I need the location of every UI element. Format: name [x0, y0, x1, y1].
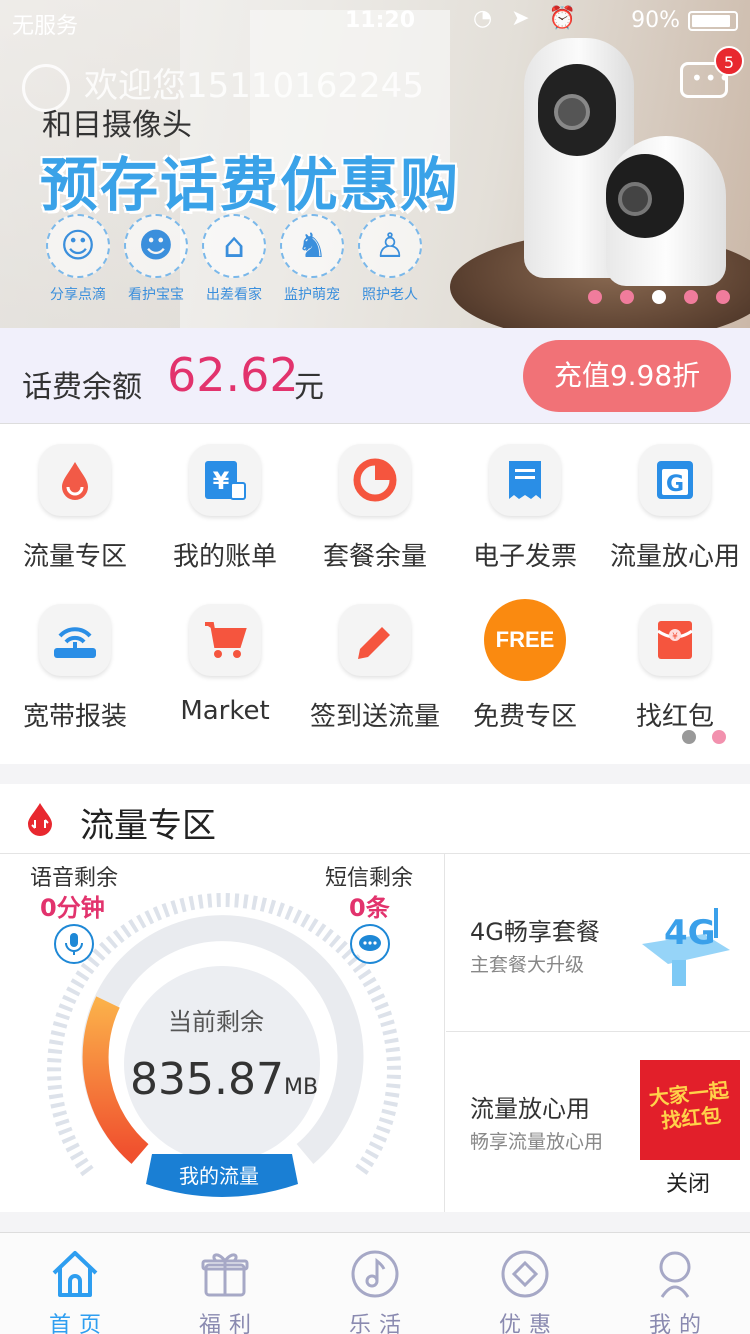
grid-page-indicator[interactable]: [682, 730, 726, 744]
4g-art-icon: 4G: [642, 908, 730, 986]
tab-benefits[interactable]: 福利: [150, 1233, 300, 1334]
grid-item-free-zone[interactable]: FREE 免费专区: [450, 599, 600, 733]
house-icon: ⌂: [202, 214, 266, 278]
carousel-indicator[interactable]: [588, 290, 730, 304]
balance-bar: 话费余额 62.62 元 充值9.98折: [0, 328, 750, 424]
my-flow-button[interactable]: 我的流量: [179, 1160, 259, 1189]
grid-item-check-in[interactable]: 签到送流量: [300, 604, 450, 733]
dog-icon: ♞: [280, 214, 344, 278]
pie-icon: [339, 444, 411, 516]
grid-item-plan-balance[interactable]: 套餐余量: [300, 444, 450, 573]
grid-item-red-envelope[interactable]: ¥ 找红包: [600, 604, 750, 733]
card-subtitle: 主套餐大升级: [470, 954, 585, 976]
red-envelope-icon: ¥: [639, 604, 711, 676]
banner-title: 预存话费优惠购: [40, 151, 461, 219]
tab-lifestyle[interactable]: 乐活: [300, 1233, 450, 1334]
router-icon: [39, 604, 111, 676]
carousel-dot[interactable]: [684, 290, 698, 304]
flow-drop-icon: [28, 803, 52, 836]
tab-mine[interactable]: 我的: [600, 1233, 750, 1334]
elder-icon: ♙: [358, 214, 422, 278]
svg-text:¥: ¥: [213, 467, 230, 495]
sms-icon: [350, 924, 390, 964]
tab-home[interactable]: 首页: [0, 1233, 150, 1334]
flow-section-header: 流量专区: [0, 784, 750, 854]
balance-label: 话费余额: [22, 370, 142, 405]
current-remaining-value: 835.87MB: [130, 1054, 319, 1105]
grid-item-worry-free-data[interactable]: G 流量放心用: [600, 444, 750, 573]
carousel-dot-active[interactable]: [652, 290, 666, 304]
sms-remaining-value: 0条: [349, 894, 390, 922]
microphone-icon: [54, 924, 94, 964]
grid-item-market[interactable]: Market: [150, 604, 300, 726]
g-icon: G: [639, 444, 711, 516]
grid-item-e-invoice[interactable]: 电子发票: [450, 444, 600, 573]
banner-feature: ⌂ 出差看家: [200, 214, 268, 304]
flow-section-body: 语音剩余 0分钟 短信剩余 0条 当前剩余 835.87MB 我的流量 4G畅享…: [0, 854, 750, 1212]
svg-text:4G: 4G: [664, 913, 716, 953]
invoice-icon: [489, 444, 561, 516]
card-title: 流量放心用: [470, 1095, 590, 1123]
free-icon: FREE: [484, 599, 566, 681]
battery-icon: [688, 11, 738, 31]
message-button[interactable]: ••• 5: [678, 46, 744, 104]
baby-icon: ☻: [124, 214, 188, 278]
service-grid: 流量专区 ¥ 我的账单 套餐余量 电子发票 G 流量放心用 宽带报装 Marke…: [0, 424, 750, 764]
music-icon: [351, 1250, 399, 1298]
balance-amount: 62.62: [167, 348, 299, 402]
discount-icon: [501, 1250, 549, 1298]
banner-feature: ♞ 监护萌宠: [278, 214, 346, 304]
cart-icon: [189, 604, 261, 676]
current-remaining-label: 当前剩余: [168, 1008, 264, 1036]
carousel-dot[interactable]: [620, 290, 634, 304]
bill-icon: ¥: [189, 444, 261, 516]
grid-item-broadband[interactable]: 宽带报装: [0, 604, 150, 733]
home-icon: [52, 1251, 98, 1297]
message-badge: 5: [714, 46, 744, 76]
page-dot[interactable]: [682, 730, 696, 744]
card-title: 4G畅享套餐: [470, 918, 600, 946]
red-envelope-popup[interactable]: 大家一起找红包: [640, 1060, 740, 1160]
recharge-button[interactable]: 充值9.98折: [523, 340, 731, 412]
pencil-icon: [339, 604, 411, 676]
family-icon: ☺: [46, 214, 110, 278]
user-icon: [659, 1251, 691, 1298]
ptz-camera-image: [606, 136, 726, 286]
status-bar: 无服务 11:20 ◔ ➤ ⏰ 90%: [0, 0, 750, 40]
carousel-dot[interactable]: [588, 290, 602, 304]
carousel-dot[interactable]: [716, 290, 730, 304]
voice-remaining-value: 0分钟: [40, 894, 105, 922]
clock: 11:20: [345, 8, 416, 33]
status-icons: ◔ ➤ ⏰: [472, 6, 582, 31]
banner-feature: ☺ 分享点滴: [44, 214, 112, 304]
tab-bar: 首页 福利 乐活 优惠 我的: [0, 1232, 750, 1334]
tab-discounts[interactable]: 优惠: [450, 1233, 600, 1334]
banner-feature: ♙ 照护老人: [356, 214, 424, 304]
svg-text:G: G: [666, 472, 684, 497]
banner-feature-list: ☺ 分享点滴 ☻ 看护宝宝 ⌂ 出差看家 ♞ 监护萌宠 ♙ 照护老人: [44, 214, 424, 304]
card-4g-plan[interactable]: 4G畅享套餐 主套餐大升级 4G: [446, 854, 750, 1032]
drop-icon: [39, 444, 111, 516]
battery-percent: 90%: [631, 8, 680, 33]
page-dot-active[interactable]: [712, 730, 726, 744]
card-subtitle: 畅享流量放心用: [470, 1131, 604, 1153]
grid-item-flow-zone[interactable]: 流量专区: [0, 444, 150, 573]
carrier-label: 无服务: [12, 14, 79, 39]
close-popup-button[interactable]: 关闭: [666, 1166, 710, 1198]
gift-icon: [201, 1253, 249, 1297]
data-gauge[interactable]: 语音剩余 0分钟 短信剩余 0条 当前剩余 835.87MB 我的流量: [0, 854, 445, 1212]
flow-section-title: 流量专区: [80, 806, 216, 846]
balance-unit: 元: [294, 370, 324, 405]
promo-banner[interactable]: 无服务 11:20 ◔ ➤ ⏰ 90% 欢迎您15110162245 ••• 5…: [0, 0, 750, 328]
svg-text:¥: ¥: [672, 632, 678, 642]
grid-item-my-bill[interactable]: ¥ 我的账单: [150, 444, 300, 573]
banner-feature: ☻ 看护宝宝: [122, 214, 190, 304]
